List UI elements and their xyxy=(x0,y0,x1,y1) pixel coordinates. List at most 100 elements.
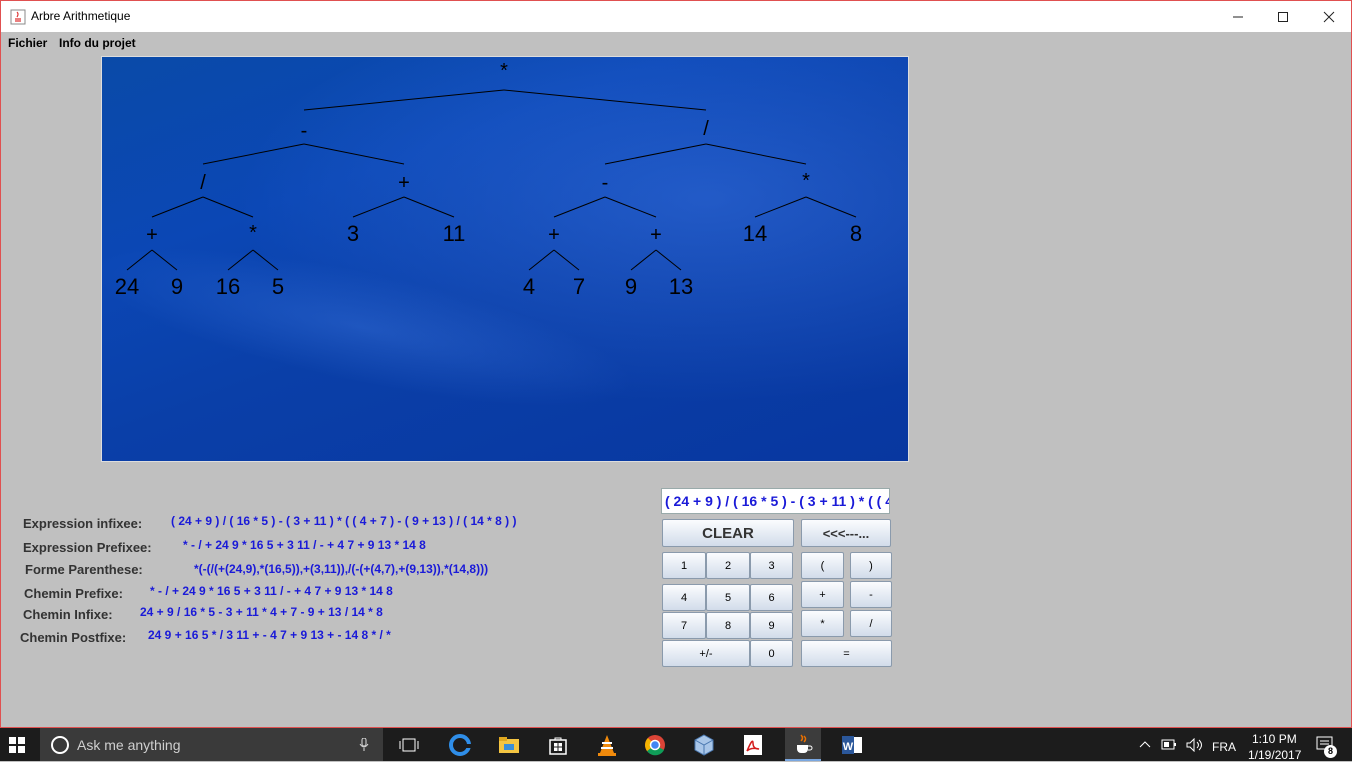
start-button[interactable] xyxy=(0,728,34,761)
cortana-search-box[interactable]: Ask me anything xyxy=(40,728,383,761)
parenthese-label: Forme Parenthese: xyxy=(25,562,143,577)
microphone-icon xyxy=(359,738,369,751)
tree-node-root: * xyxy=(500,60,508,82)
tree-node: * xyxy=(249,222,257,244)
chemin-infixe-label: Chemin Infixe: xyxy=(23,607,113,622)
digit-8-button[interactable]: 8 xyxy=(706,612,750,639)
equals-button[interactable]: = xyxy=(801,640,892,667)
windows-taskbar: Ask me anything W FRA 1:10 PM 1/19/2017 … xyxy=(0,728,1352,762)
divide-button[interactable]: / xyxy=(850,610,892,637)
left-paren-button[interactable]: ( xyxy=(801,552,844,579)
chemin-infixe-value: 24 + 9 / 16 * 5 - 3 + 11 * 4 + 7 - 9 + 1… xyxy=(140,605,383,619)
acrobat-taskbar-button[interactable] xyxy=(736,728,770,761)
vlc-taskbar-button[interactable] xyxy=(590,728,624,761)
digit-9-button[interactable]: 9 xyxy=(750,612,793,639)
java-taskbar-button-active[interactable] xyxy=(785,728,821,761)
expression-tree: * - / / + - * + * 3 11 + + 14 8 24 9 16 … xyxy=(115,60,862,299)
tree-node: / xyxy=(703,118,709,140)
tree-node: 9 xyxy=(171,274,183,299)
digit-7-button[interactable]: 7 xyxy=(662,612,706,639)
window-title: Arbre Arithmetique xyxy=(31,9,131,23)
windows-logo-icon xyxy=(9,736,25,753)
edge-icon xyxy=(449,733,471,756)
tree-node: + xyxy=(398,172,410,194)
minimize-icon xyxy=(1233,16,1243,17)
tree-node: - xyxy=(602,172,609,194)
vlc-cone-icon xyxy=(598,734,616,756)
notification-badge: 8 xyxy=(1324,745,1337,758)
clear-button[interactable]: CLEAR xyxy=(662,519,794,547)
tree-node: + xyxy=(650,224,662,246)
chemin-prefixe-label: Chemin Prefixe: xyxy=(24,586,123,601)
action-center-button[interactable]: 8 xyxy=(1316,736,1338,758)
tree-node: 16 xyxy=(216,274,240,299)
digit-4-button[interactable]: 4 xyxy=(662,584,706,611)
close-icon xyxy=(1323,11,1335,22)
virtualbox-taskbar-button[interactable] xyxy=(687,728,721,761)
menu-info-du-projet[interactable]: Info du projet xyxy=(59,36,136,50)
digit-2-button[interactable]: 2 xyxy=(706,552,750,579)
file-explorer-taskbar-button[interactable] xyxy=(492,728,526,761)
tree-node: 14 xyxy=(743,221,767,246)
digit-3-button[interactable]: 3 xyxy=(750,552,793,579)
tree-node: 13 xyxy=(669,274,693,299)
digit-5-button[interactable]: 5 xyxy=(706,584,750,611)
virtualbox-icon xyxy=(694,733,714,756)
edge-taskbar-button[interactable] xyxy=(443,728,477,761)
title-bar: Arbre Arithmetique xyxy=(1,1,1351,32)
search-placeholder: Ask me anything xyxy=(77,737,181,753)
svg-text:W: W xyxy=(843,741,854,753)
task-view-button[interactable] xyxy=(392,728,426,761)
backspace-button[interactable]: <<<---... xyxy=(801,519,891,547)
volume-icon[interactable] xyxy=(1186,738,1204,752)
word-icon: W xyxy=(842,735,862,754)
tree-node: / xyxy=(200,172,206,194)
task-view-icon xyxy=(399,738,419,751)
clock-time[interactable]: 1:10 PM xyxy=(1252,732,1297,746)
plus-minus-button[interactable]: +/- xyxy=(662,640,750,667)
cortana-icon xyxy=(51,736,69,754)
tree-node: * xyxy=(802,170,810,192)
chemin-prefixe-value: * - / + 24 9 * 16 5 + 3 11 / - + 4 7 + 9… xyxy=(150,584,393,598)
calculator-display[interactable]: ( 24 + 9 ) / ( 16 * 5 ) - ( 3 + 11 ) * (… xyxy=(661,488,890,514)
digit-6-button[interactable]: 6 xyxy=(750,584,793,611)
right-paren-button[interactable]: ) xyxy=(850,552,892,579)
language-indicator[interactable]: FRA xyxy=(1212,740,1236,754)
tree-node: + xyxy=(548,224,560,246)
folder-icon xyxy=(499,736,519,753)
minus-button[interactable]: - xyxy=(850,581,892,608)
digit-0-button[interactable]: 0 xyxy=(750,640,793,667)
tree-node: + xyxy=(146,224,158,246)
infixe-value: ( 24 + 9 ) / ( 16 * 5 ) - ( 3 + 11 ) * (… xyxy=(171,514,517,528)
maximize-button[interactable] xyxy=(1260,1,1306,32)
battery-icon[interactable] xyxy=(1161,739,1177,750)
java-cup-icon xyxy=(797,733,813,753)
parenthese-value: *(-(/(+(24,9),*(16,5)),+(3,11)),/(-(+(4,… xyxy=(194,562,489,576)
menu-bar: Fichier Info du projet xyxy=(1,32,1351,54)
menu-fichier[interactable]: Fichier xyxy=(8,36,47,50)
store-taskbar-button[interactable] xyxy=(541,728,575,761)
chrome-taskbar-button[interactable] xyxy=(638,728,672,761)
prefixe-label: Expression Prefixee: xyxy=(23,540,152,555)
clock-date[interactable]: 1/19/2017 xyxy=(1248,748,1301,762)
digit-1-button[interactable]: 1 xyxy=(662,552,706,579)
infixe-label: Expression infixee: xyxy=(23,516,143,531)
prefixe-value: * - / + 24 9 * 16 5 + 3 11 / - + 4 7 + 9… xyxy=(183,538,426,552)
chemin-postfixe-value: 24 9 + 16 5 * / 3 11 + - 4 7 + 9 13 + - … xyxy=(148,628,391,642)
tree-node: - xyxy=(301,120,308,142)
tree-node: 8 xyxy=(850,221,862,246)
java-app-icon xyxy=(10,9,26,25)
application-window: Arbre Arithmetique Fichier Info du proje… xyxy=(0,0,1352,728)
multiply-button[interactable]: * xyxy=(801,610,844,637)
tree-node: 11 xyxy=(443,221,466,246)
minimize-button[interactable] xyxy=(1215,1,1261,32)
word-taskbar-button[interactable]: W xyxy=(835,728,869,761)
tree-node: 3 xyxy=(347,221,359,246)
close-button[interactable] xyxy=(1306,1,1352,32)
maximize-icon xyxy=(1278,11,1288,22)
tree-node: 4 xyxy=(523,274,535,299)
tree-node: 7 xyxy=(573,274,585,299)
chevron-up-icon[interactable] xyxy=(1139,740,1151,748)
plus-button[interactable]: + xyxy=(801,581,844,608)
chrome-icon xyxy=(645,734,665,755)
